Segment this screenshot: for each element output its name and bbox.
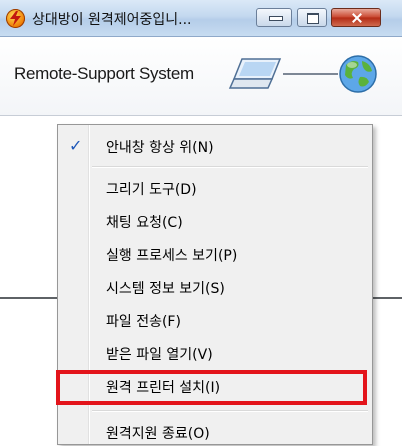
window-title: 상대방이 원격제어중입니... <box>32 12 192 28</box>
menu-separator <box>92 166 368 168</box>
title-bar[interactable]: 상대방이 원격제어중입니... <box>0 0 402 37</box>
menu-item-install-remote-printer[interactable]: 원격 프린터 설치(I) <box>56 370 372 405</box>
brand-title: Remote-Support System <box>14 64 194 83</box>
menu-item-label: 원격 프린터 설치(I) <box>106 380 221 396</box>
laptop-icon <box>228 58 282 89</box>
close-button[interactable] <box>331 8 381 27</box>
menu-item-label: 채팅 요청(C) <box>106 215 183 231</box>
menu-item-file-transfer[interactable]: 파일 전송(F) <box>58 306 372 334</box>
menu-item-label: 원격지원 종료(O) <box>106 426 210 442</box>
globe-icon <box>339 55 377 93</box>
menu-item-label: 그리기 도구(D) <box>106 182 197 198</box>
menu-item-chat-request[interactable]: 채팅 요청(C) <box>58 207 372 235</box>
menu-item-label: 시스템 정보 보기(S) <box>106 281 225 297</box>
minimize-button[interactable] <box>256 8 292 27</box>
maximize-button[interactable] <box>297 8 327 27</box>
menu-item-end-remote-support[interactable]: 원격지원 종료(O) <box>58 418 372 446</box>
connection-line <box>283 73 338 75</box>
context-menu: ✓ 안내창 항상 위(N) 그리기 도구(D) 채팅 요청(C) 실행 프로세스… <box>56 124 373 446</box>
menu-item-always-on-top[interactable]: ✓ 안내창 항상 위(N) <box>58 132 372 160</box>
menu-item-open-received-file[interactable]: 받은 파일 열기(V) <box>58 339 372 367</box>
menu-item-label: 파일 전송(F) <box>106 314 181 330</box>
menu-item-label: 안내창 항상 위(N) <box>106 140 214 156</box>
menu-separator <box>92 410 368 412</box>
menu-item-label: 실행 프로세스 보기(P) <box>106 248 238 264</box>
app-lightning-icon <box>6 9 25 28</box>
menu-item-view-processes[interactable]: 실행 프로세스 보기(P) <box>58 240 372 268</box>
checkmark-icon: ✓ <box>69 136 83 155</box>
menu-item-label: 받은 파일 열기(V) <box>106 347 213 363</box>
menu-item-drawing-tools[interactable]: 그리기 도구(D) <box>58 174 372 202</box>
header-band: Remote-Support System <box>0 37 402 116</box>
menu-item-system-info[interactable]: 시스템 정보 보기(S) <box>58 273 372 301</box>
